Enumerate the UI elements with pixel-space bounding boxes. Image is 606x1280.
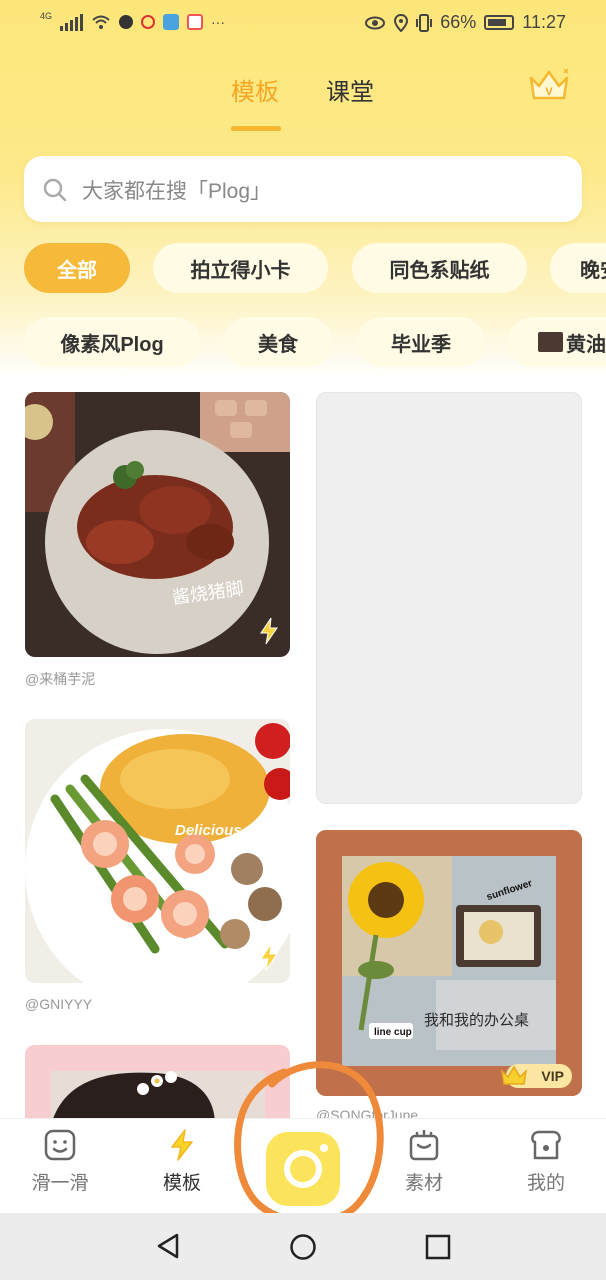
chip-polaroid-cards[interactable]: 拍立得小卡 <box>153 243 328 293</box>
card-author[interactable]: @GNIYYY <box>25 996 92 1012</box>
card-author[interactable]: @来桶芋泥 <box>25 669 95 689</box>
nav-templates[interactable]: 模板 <box>142 1128 222 1195</box>
food-photo-shrimp: Delicious. <box>25 719 290 983</box>
search-icon <box>43 178 67 202</box>
app-notification-icon-2 <box>187 14 204 30</box>
tab-classroom[interactable]: 课堂 <box>326 72 374 107</box>
lightning-badge-icon <box>260 943 278 971</box>
vibrate-icon <box>416 13 433 32</box>
tab-templates[interactable]: 模板 <box>231 72 279 107</box>
food-photo-pork: 酱烧猪脚 <box>25 392 290 657</box>
chip-pixel-plog[interactable]: 像素风Plog <box>24 317 200 367</box>
chip-butter[interactable]: 黄油 <box>508 317 606 367</box>
template-card-image[interactable]: 酱烧猪脚 <box>25 392 290 657</box>
battery-percent: 66% <box>440 12 477 32</box>
eye-icon <box>365 16 386 29</box>
bag-icon <box>409 1129 439 1161</box>
clock: 11:27 <box>522 12 566 32</box>
app-notification-icon <box>163 14 180 30</box>
template-card-image[interactable]: Delicious. <box>25 719 290 983</box>
chip-all[interactable]: 全部 <box>24 243 130 293</box>
nav-materials[interactable]: 素材 <box>384 1128 464 1195</box>
nav-swipe-label: 滑一滑 <box>31 1173 89 1194</box>
vip-badge: VIP <box>500 1064 572 1088</box>
svg-text:V: V <box>545 86 553 98</box>
chip-same-color-stickers[interactable]: 同色系贴纸 <box>352 243 527 293</box>
more-notifications-icon: ··· <box>211 14 226 30</box>
home-icon[interactable] <box>289 1233 317 1261</box>
location-icon <box>394 13 409 32</box>
search-placeholder: 大家都在搜「Plog」 <box>82 180 272 203</box>
annotation-circle <box>234 1061 384 1226</box>
chip-good-night[interactable]: 晚安 <box>550 243 606 293</box>
chip-butter-label: 黄油 <box>566 333 606 356</box>
film-icon <box>538 332 563 352</box>
tiktok-icon <box>119 15 134 29</box>
crown-v-icon[interactable]: V <box>527 66 571 102</box>
toast-profile-icon <box>531 1130 561 1160</box>
status-bar: 4G ··· 66% 11:27 <box>0 0 606 48</box>
crown-icon <box>500 1065 528 1085</box>
lightning-icon <box>171 1129 193 1161</box>
nav-swipe[interactable]: 滑一滑 <box>20 1128 100 1195</box>
loading-card-placeholder <box>316 392 582 804</box>
network-type: 4G <box>40 11 53 21</box>
signal-icon <box>60 13 84 31</box>
lightning-badge-icon <box>260 617 278 645</box>
nav-templates-label: 模板 <box>162 1173 201 1194</box>
chip-food[interactable]: 美食 <box>223 317 333 367</box>
photo-caption-text: 我和我的办公桌 <box>424 1011 529 1029</box>
back-icon[interactable] <box>155 1232 181 1260</box>
weibo-icon <box>141 15 156 29</box>
status-right: 66% 11:27 <box>364 12 566 33</box>
wifi-icon <box>92 15 110 29</box>
status-left: 4G ··· <box>40 11 226 31</box>
photo-caption-text: Delicious. <box>175 822 246 839</box>
system-nav-bar <box>0 1213 606 1280</box>
chip-graduation[interactable]: 毕业季 <box>357 317 485 367</box>
nav-materials-label: 素材 <box>404 1173 443 1194</box>
smile-face-icon <box>44 1129 76 1161</box>
battery-icon <box>484 15 515 30</box>
recent-apps-icon[interactable] <box>425 1234 451 1260</box>
nav-profile-label: 我的 <box>526 1173 565 1194</box>
vip-badge-label: VIP <box>541 1068 564 1084</box>
nav-profile[interactable]: 我的 <box>506 1128 586 1195</box>
active-tab-indicator <box>231 126 281 131</box>
line-cup-sticker-label: line cup <box>374 1027 412 1038</box>
